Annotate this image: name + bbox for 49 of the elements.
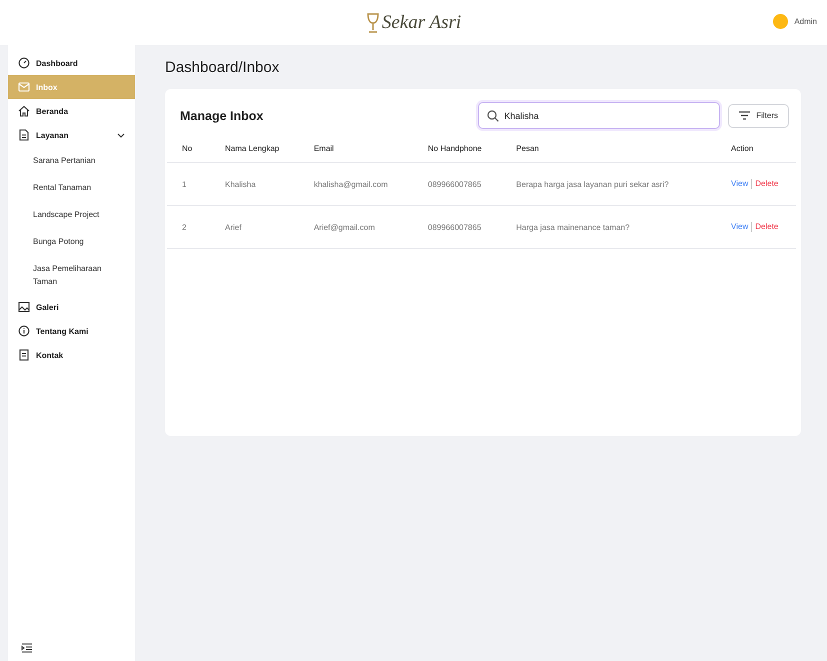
column-header: No Handphone <box>412 135 502 162</box>
table-cell: Arief <box>210 206 299 248</box>
sidebar-subitem[interactable]: Rental Tanaman <box>8 174 123 201</box>
sidebar-item[interactable]: Kontak <box>8 343 135 367</box>
delete-link[interactable]: Delete <box>755 222 778 232</box>
chevron-icon <box>117 132 125 138</box>
sidebar-subitem[interactable]: Jasa Pemeliharaan Taman <box>8 255 123 295</box>
image-icon <box>18 301 30 313</box>
column-header: Pesan <box>501 135 716 162</box>
view-link[interactable]: View <box>731 222 748 232</box>
card-title: Manage Inbox <box>180 108 264 122</box>
sidebar-item[interactable]: Dashboard <box>8 51 135 75</box>
column-header: Action <box>716 135 796 162</box>
table-cell: Berapa harga jasa layanan puri sekar asri? <box>501 162 716 206</box>
info-icon <box>18 325 30 337</box>
delete-link[interactable]: Delete <box>755 179 778 188</box>
column-header: Nama Lengkap <box>210 135 299 162</box>
table-cell: Harga jasa mainenance taman? <box>501 206 716 248</box>
sidebar-subitem[interactable]: Landscape Project <box>8 201 123 228</box>
sidebar-subitem[interactable]: Bunga Potong <box>8 228 123 255</box>
filters-button[interactable]: Filters <box>728 104 789 128</box>
contact-card-icon <box>18 349 30 361</box>
home-icon <box>18 105 30 117</box>
column-header: Email <box>298 135 413 162</box>
page-title: Dashboard/Inbox <box>165 59 280 78</box>
wine-glass-icon <box>366 12 380 34</box>
table-cell: 2 <box>167 206 210 248</box>
table-cell: Khalisha <box>210 162 299 206</box>
gauge-icon <box>18 57 30 69</box>
table-cell: khalisha@gmail.com <box>298 162 413 206</box>
logo-text: Sekar Asri <box>382 12 462 34</box>
sidebar-item[interactable]: Galeri <box>8 295 135 319</box>
column-header: No <box>167 135 210 162</box>
table-cell: 089966007865 <box>412 206 502 248</box>
menu-collapse-icon[interactable] <box>21 643 33 653</box>
sidebar-item[interactable]: Layanan <box>8 123 135 147</box>
table-cell: Arief@gmail.com <box>298 206 413 248</box>
mail-icon <box>18 81 30 93</box>
sidebar-item[interactable]: Beranda <box>8 99 135 123</box>
document-icon <box>18 129 30 141</box>
search-icon <box>487 110 500 122</box>
table-cell: 089966007865 <box>412 162 502 206</box>
user-name: Admin <box>794 17 817 26</box>
view-link[interactable]: View <box>731 179 748 188</box>
sidebar-item[interactable]: Tentang Kami <box>8 319 135 343</box>
filter-icon <box>739 111 750 120</box>
search-field[interactable]: Khalisha <box>478 102 720 129</box>
sidebar-subitem[interactable]: Sarana Pertanian <box>8 147 123 174</box>
table-cell: 1 <box>167 162 210 206</box>
